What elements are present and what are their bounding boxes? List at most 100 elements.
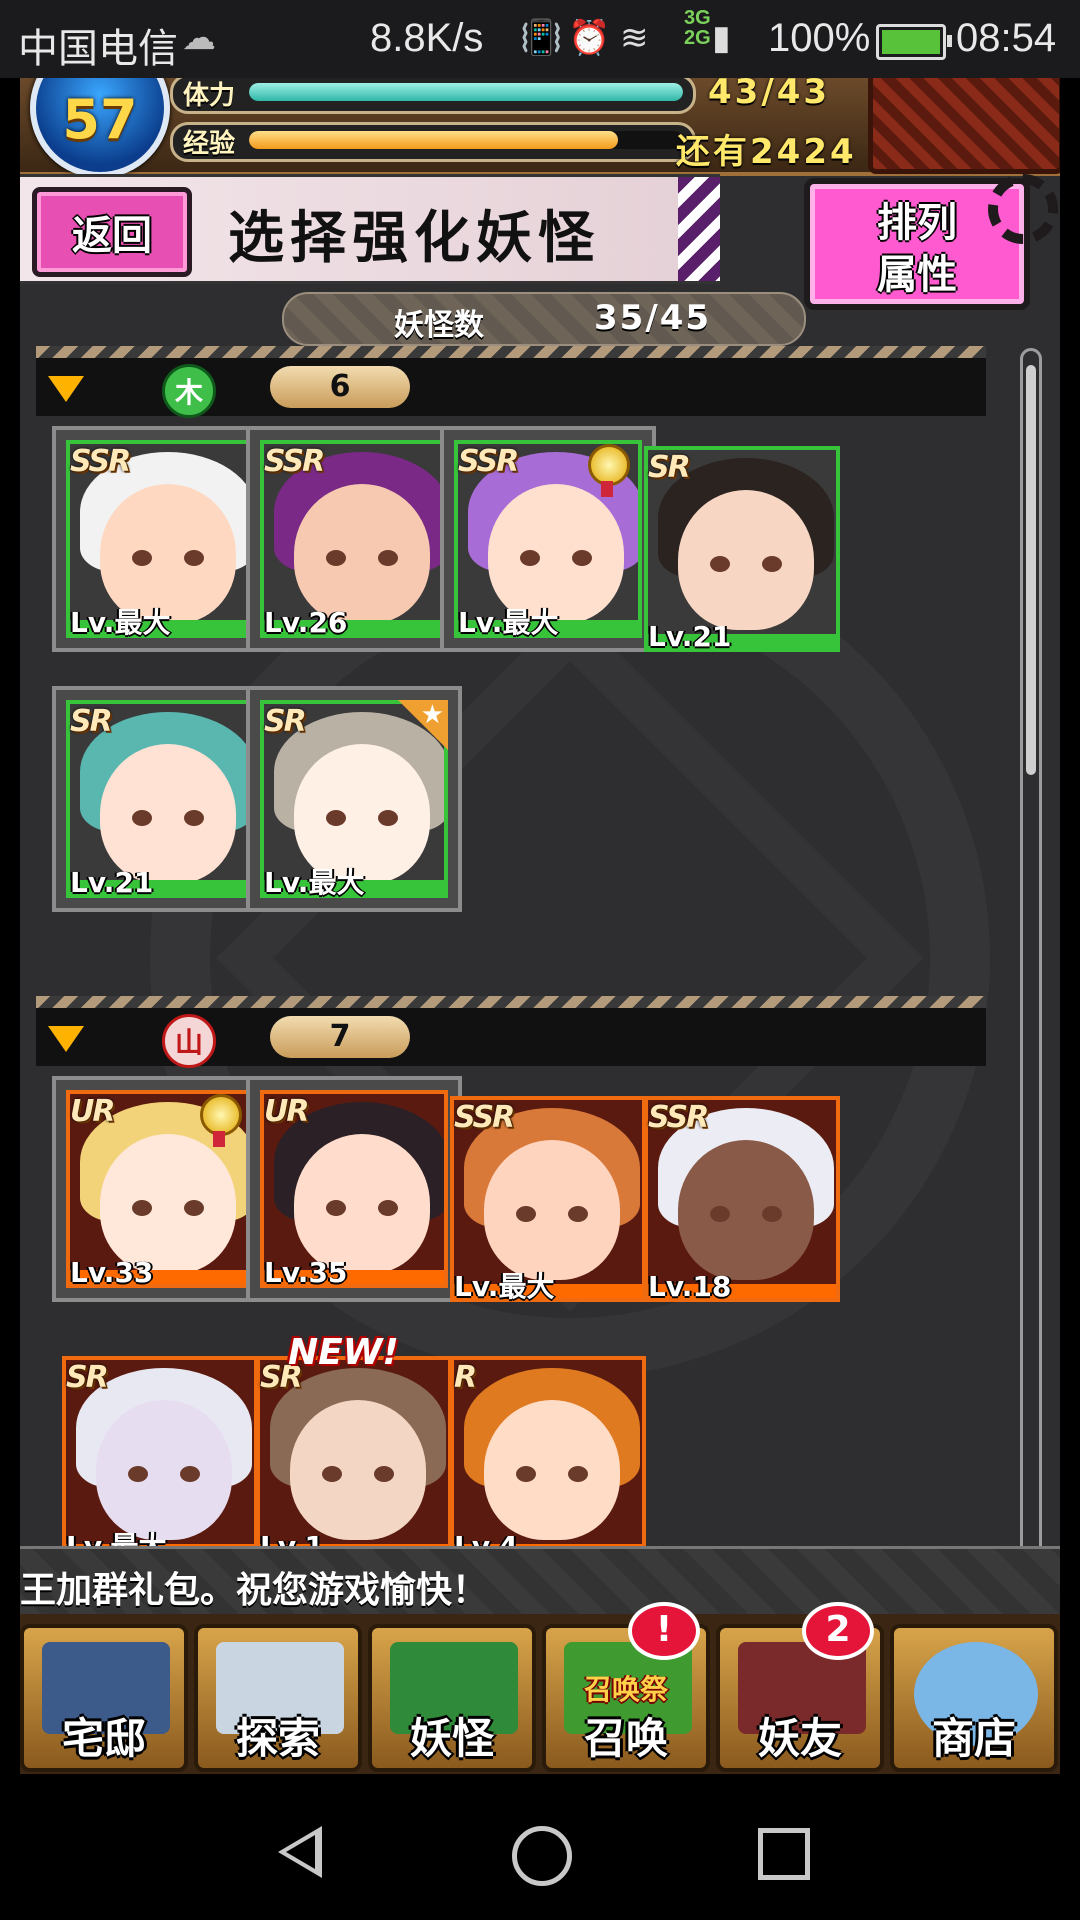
monster-card[interactable]: SR Lv.21 [52, 686, 268, 912]
player-hud: 57 体力 43/43 经验 还有2424 [20, 78, 1060, 178]
rarity-badge: R [454, 1360, 477, 1395]
monster-card[interactable]: SSR Lv.18 [644, 1096, 840, 1302]
network-speed: 8.8K/s [370, 16, 484, 60]
rarity-badge: SR [66, 1360, 109, 1395]
monster-count-bar: 妖怪数 35/45 [282, 292, 806, 346]
monster-card[interactable]: SR Lv.21 [644, 446, 840, 652]
list-scrollbar[interactable] [1020, 348, 1042, 1624]
monster-list[interactable]: 木 6 SSR Lv.最大 SSR Lv.26 SSR Lv.最大 SR Lv.21 SR Lv.21… [20, 346, 1060, 1622]
monster-level: Lv.21 [70, 866, 154, 899]
monster-level: Lv.18 [648, 1270, 732, 1303]
portrait-eyes [516, 1206, 588, 1222]
cloud-icon: ☁ [182, 19, 216, 57]
monster-card[interactable]: SSR Lv.最大 [450, 1096, 646, 1302]
battery-icon [876, 24, 952, 60]
nav-button-2[interactable]: 妖怪 [368, 1624, 536, 1772]
rarity-badge: SSR [648, 1100, 709, 1135]
rarity-badge: SSR [264, 444, 325, 479]
recent-apps-icon[interactable] [758, 1828, 810, 1880]
portrait-eyes [132, 810, 204, 826]
portrait-eyes [128, 1466, 200, 1482]
rarity-badge: SR [70, 704, 113, 739]
stamina-value: 43/43 [708, 78, 831, 112]
player-level: 57 [62, 88, 138, 151]
rarity-badge: UR [70, 1094, 115, 1129]
group-rope [36, 346, 986, 358]
stamina-fill [249, 83, 683, 101]
monster-level: Lv.21 [648, 620, 732, 653]
sort-button[interactable]: 排列 属性 [804, 174, 1058, 310]
nav-button-5[interactable]: 商店 [890, 1624, 1058, 1772]
nav-button-1[interactable]: 探索 [194, 1624, 362, 1772]
carrier-name: 中国电信 [18, 27, 178, 71]
nav-button-0[interactable]: 宅邸 [20, 1624, 188, 1772]
ticker-text: 王加群礼包。祝您游戏愉快！ [20, 1570, 489, 1611]
back-icon[interactable] [278, 1826, 322, 1878]
nav-label: 妖友 [757, 1714, 842, 1763]
monster-card[interactable]: UR Lv.33 [52, 1076, 268, 1302]
monster-level: Lv.最大 [458, 606, 559, 639]
monster-card[interactable]: SSR Lv.最大 [440, 426, 656, 652]
portrait-eyes [132, 550, 204, 566]
monster-level: Lv.最大 [70, 606, 171, 639]
signal-icon: ▮ [712, 19, 731, 57]
monster-level: Lv.33 [70, 1256, 154, 1289]
portrait-eyes [710, 556, 782, 572]
home-icon[interactable] [512, 1826, 572, 1886]
group-count: 6 [270, 366, 410, 408]
collapse-arrow-icon[interactable] [48, 376, 84, 402]
new-tag: NEW! [288, 1332, 399, 1373]
monster-card[interactable]: SRLv.最大 [62, 1356, 258, 1562]
crown-medal-icon [200, 1094, 242, 1147]
nav-label: 妖怪 [409, 1714, 494, 1763]
portrait-eyes [520, 550, 592, 566]
notification-badge: ! [628, 1602, 700, 1660]
fire-attribute-icon: 山 [162, 1014, 216, 1068]
group-rope [36, 996, 986, 1008]
back-button[interactable]: 返回 [32, 187, 192, 277]
vibrate-icon: 📳 [520, 19, 563, 57]
exp-remaining: 还有2424 [676, 132, 857, 172]
rarity-badge: SSR [458, 444, 519, 479]
nav-label: 探索 [235, 1714, 320, 1763]
portrait-eyes [326, 1200, 398, 1216]
notification-badge: 2 [802, 1602, 874, 1660]
wood-attribute-icon: 木 [162, 364, 216, 418]
game-screen: 57 体力 43/43 经验 还有2424 返回 选择强化妖怪 排列 属性 妖怪… [20, 78, 1060, 1774]
monster-card[interactable]: SR Lv.最大 ★ [246, 686, 462, 912]
collapse-arrow-icon[interactable] [48, 1026, 84, 1052]
monster-level: Lv.26 [264, 606, 348, 639]
clock: 08:54 [956, 16, 1057, 60]
scrollbar-thumb[interactable] [1026, 365, 1036, 775]
nav-label: 召唤 [583, 1714, 668, 1763]
monster-level: Lv.最大 [264, 866, 365, 899]
page-title: 选择强化妖怪 [228, 206, 600, 271]
crown-medal-icon [588, 444, 630, 497]
exp-bar: 经验 [170, 122, 696, 162]
star-icon: ★ [420, 700, 444, 730]
treasure-chest-icon[interactable] [868, 78, 1060, 174]
monster-card[interactable]: SSR Lv.最大 [52, 426, 268, 652]
portrait-eyes [326, 550, 398, 566]
rarity-badge: SSR [70, 444, 131, 479]
sort-mode: 属性 [877, 252, 957, 298]
gear-icon [988, 174, 1058, 244]
system-nav-bar [0, 1774, 1080, 1920]
status-bar: 中国电信 ☁ 8.8K/s 📳 ⏰ ≋ 3G 2G ▮ 100% 08:54 [0, 0, 1080, 78]
rarity-badge: SSR [454, 1100, 515, 1135]
monster-card[interactable]: RLv.4 [450, 1356, 646, 1562]
attribute-group-header[interactable]: 山7 [36, 996, 986, 1068]
monster-card[interactable]: SRLv.1NEW! [256, 1332, 452, 1562]
rarity-badge: SR [264, 704, 307, 739]
portrait-eyes [322, 1466, 394, 1482]
attribute-group-header[interactable]: 木6 [36, 346, 986, 418]
title-bar: 返回 选择强化妖怪 [20, 174, 720, 284]
monster-card[interactable]: UR Lv.35 [246, 1076, 462, 1302]
alarm-icon: ⏰ [568, 19, 611, 57]
rarity-badge: UR [264, 1094, 309, 1129]
monster-card[interactable]: SSR Lv.26 [246, 426, 462, 652]
portrait-eyes [710, 1206, 782, 1222]
nav-label: 宅邸 [61, 1714, 146, 1763]
player-level-badge: 57 [30, 78, 170, 178]
monster-level: Lv.最大 [454, 1270, 555, 1303]
